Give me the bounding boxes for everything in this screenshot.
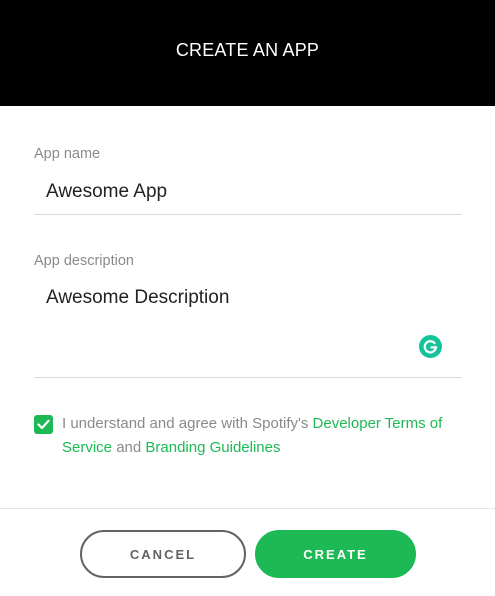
agreement-row: I understand and agree with Spotify's De… xyxy=(34,412,462,460)
cancel-button[interactable]: CANCEL xyxy=(80,530,246,578)
dialog-title: CREATE AN APP xyxy=(175,39,320,60)
agreement-text: I understand and agree with Spotify's De… xyxy=(62,412,462,460)
agreement-text-before: I understand and agree with Spotify's xyxy=(62,415,313,432)
agree-checkbox[interactable] xyxy=(34,415,53,434)
branding-guidelines-link[interactable]: Branding Guidelines xyxy=(145,439,280,456)
create-app-dialog: CREATE AN APP App name App description A… xyxy=(0,0,495,596)
app-name-label: App name xyxy=(34,146,101,162)
create-button[interactable]: CREATE xyxy=(255,530,416,578)
app-description-label: App description xyxy=(34,253,134,269)
agreement-text-and: and xyxy=(112,439,146,456)
checkmark-icon xyxy=(37,419,50,430)
dialog-body: App name App description Awesome Descrip… xyxy=(0,146,495,460)
app-description-text[interactable]: Awesome Description xyxy=(46,287,229,309)
grammarly-icon[interactable] xyxy=(419,335,442,358)
app-description-textarea[interactable]: Awesome Description xyxy=(34,275,462,378)
app-name-input[interactable] xyxy=(34,168,462,215)
dialog-header: CREATE AN APP xyxy=(0,0,495,106)
dialog-footer: CANCEL CREATE xyxy=(0,508,495,596)
